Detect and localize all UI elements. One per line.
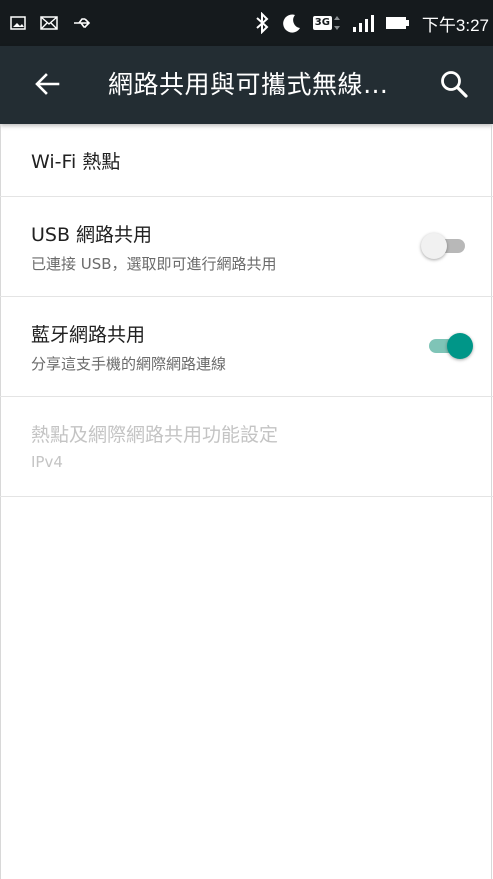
bluetooth-tethering-label: 藍牙網路共用 [31,324,146,346]
list-item-hotspot-settings: 熱點及網際網路共用功能設定 IPv4 [0,397,493,497]
list-item-usb-tethering[interactable]: USB 網路共用 已連接 USB，選取即可進行網路共用 [0,197,493,297]
data-arrows-icon [333,16,340,30]
bluetooth-icon [256,12,269,34]
usb-tethering-label: USB 網路共用 [31,224,153,246]
bluetooth-tethering-switch[interactable] [427,331,473,361]
settings-list: Wi-Fi 熱點 USB 網路共用 已連接 USB，選取即可進行網路共用 藍牙網… [0,124,493,497]
network-3g-badge: 3G [312,16,332,30]
switch-thumb [421,233,447,259]
image-icon [10,16,26,30]
usb-tethering-switch[interactable] [421,231,467,261]
bluetooth-tethering-summary: 分享這支手機的網際網路連線 [31,355,227,373]
moon-icon [282,14,300,33]
usb-icon [74,18,91,28]
list-item-wifi-hotspot[interactable]: Wi-Fi 熱點 [0,124,493,197]
mail-icon [40,16,58,30]
wifi-hotspot-label: Wi-Fi 熱點 [31,151,121,173]
clock: 下午3:27 [421,15,489,35]
switch-thumb [447,333,473,359]
battery-icon [385,17,409,29]
page-title: 網路共用與可攜式無線… [108,70,389,99]
usb-tethering-summary: 已連接 USB，選取即可進行網路共用 [31,255,277,273]
app-bar: 網路共用與可攜式無線… [0,46,493,124]
list-item-bluetooth-tethering[interactable]: 藍牙網路共用 分享這支手機的網際網路連線 [0,297,493,397]
status-bar: 3G 下午3:27 [0,0,493,46]
search-icon[interactable] [437,67,471,101]
arrow-left-icon[interactable] [30,66,66,102]
hotspot-settings-summary: IPv4 [31,453,63,471]
hotspot-settings-label: 熱點及網際網路共用功能設定 [31,424,279,446]
signal-icon [352,15,374,32]
